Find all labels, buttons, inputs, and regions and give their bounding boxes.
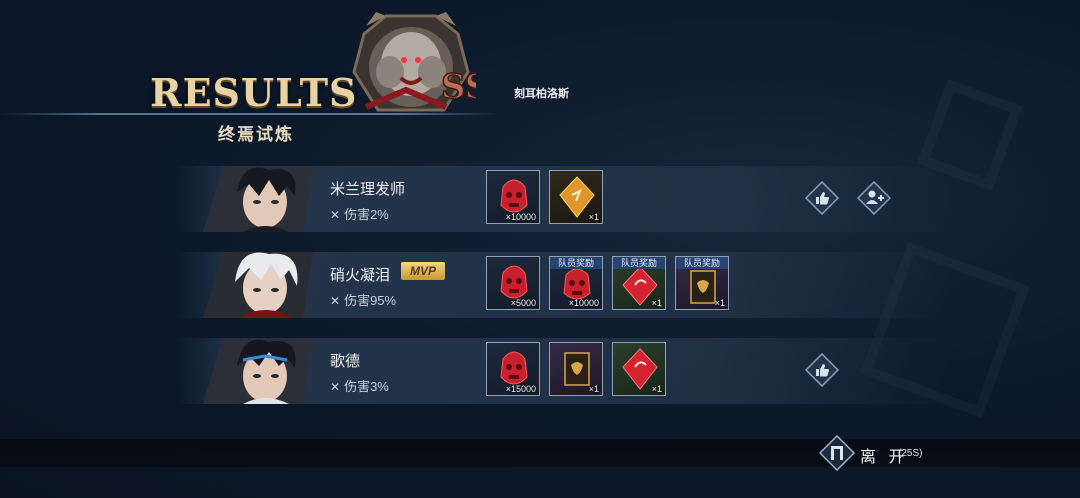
player-portrait xyxy=(203,338,313,404)
player-damage: ✕ 伤害95% xyxy=(330,290,396,309)
reward-quantity: ×1 xyxy=(714,298,725,308)
swords-icon: ✕ xyxy=(330,208,341,222)
player-portrait xyxy=(203,166,313,232)
swords-icon: ✕ xyxy=(330,380,341,394)
reward-quantity: ×1 xyxy=(588,212,599,222)
player-damage: ✕ 伤害3% xyxy=(330,376,389,395)
team-reward-badge: 队员奖励 xyxy=(550,257,602,269)
reward-item[interactable]: 队员奖励 ×1 xyxy=(675,256,729,310)
boss-beast-icon: SS xyxy=(352,12,476,112)
reward-item[interactable]: ×10000 xyxy=(486,170,540,224)
player-name: 歌德 xyxy=(330,353,361,370)
player-name: 硝火凝泪 xyxy=(330,267,391,284)
player-row: 米兰理发师 ✕ 伤害2% ×10000 ×1 xyxy=(175,166,950,232)
reward-item[interactable]: ×1 xyxy=(549,342,603,396)
player-portrait xyxy=(203,252,313,318)
reward-quantity: ×5000 xyxy=(510,298,536,308)
swords-icon: ✕ xyxy=(330,294,341,308)
exit-countdown: (25S) xyxy=(898,448,923,459)
mvp-badge: MVP xyxy=(401,262,445,280)
player-row: 歌德 ✕ 伤害3% ×15000 ×1 ×1 xyxy=(175,338,950,404)
exit-door-icon xyxy=(818,434,856,472)
reward-quantity: ×10000 xyxy=(568,298,599,308)
like-button[interactable] xyxy=(805,353,839,387)
player-row: 硝火凝泪 MVP ✕ 伤害95% ×5000 队员奖励 ×10000 队员奖励 ×… xyxy=(175,252,950,318)
boss-name: 刻耳柏洛斯 xyxy=(514,88,569,100)
reward-quantity: ×1 xyxy=(651,384,662,394)
damage-text: 伤害2% xyxy=(344,207,389,222)
exit-button[interactable]: 离 开 (25S) xyxy=(818,434,958,472)
reward-item[interactable]: ×1 xyxy=(549,170,603,224)
damage-text: 伤害3% xyxy=(344,379,389,394)
results-title: RESULTS xyxy=(150,70,358,115)
reward-item[interactable]: 队员奖励 ×1 xyxy=(612,256,666,310)
reward-quantity: ×15000 xyxy=(505,384,536,394)
reward-quantity: ×1 xyxy=(588,384,599,394)
reward-item[interactable]: ×5000 xyxy=(486,256,540,310)
like-button[interactable] xyxy=(805,181,839,215)
add-friend-button[interactable] xyxy=(857,181,891,215)
svg-text:SS: SS xyxy=(441,67,476,107)
player-damage: ✕ 伤害2% xyxy=(330,204,389,223)
reward-item[interactable]: 队员奖励 ×10000 xyxy=(549,256,603,310)
damage-text: 伤害95% xyxy=(344,293,397,308)
team-reward-badge: 队员奖励 xyxy=(676,257,728,269)
reward-quantity: ×1 xyxy=(651,298,662,308)
team-reward-badge: 队员奖励 xyxy=(613,257,665,269)
reward-item[interactable]: ×1 xyxy=(612,342,666,396)
stage-subtitle: 终焉试炼 xyxy=(218,125,294,144)
reward-item[interactable]: ×15000 xyxy=(486,342,540,396)
player-name: 米兰理发师 xyxy=(330,181,406,198)
reward-quantity: ×10000 xyxy=(505,212,536,222)
